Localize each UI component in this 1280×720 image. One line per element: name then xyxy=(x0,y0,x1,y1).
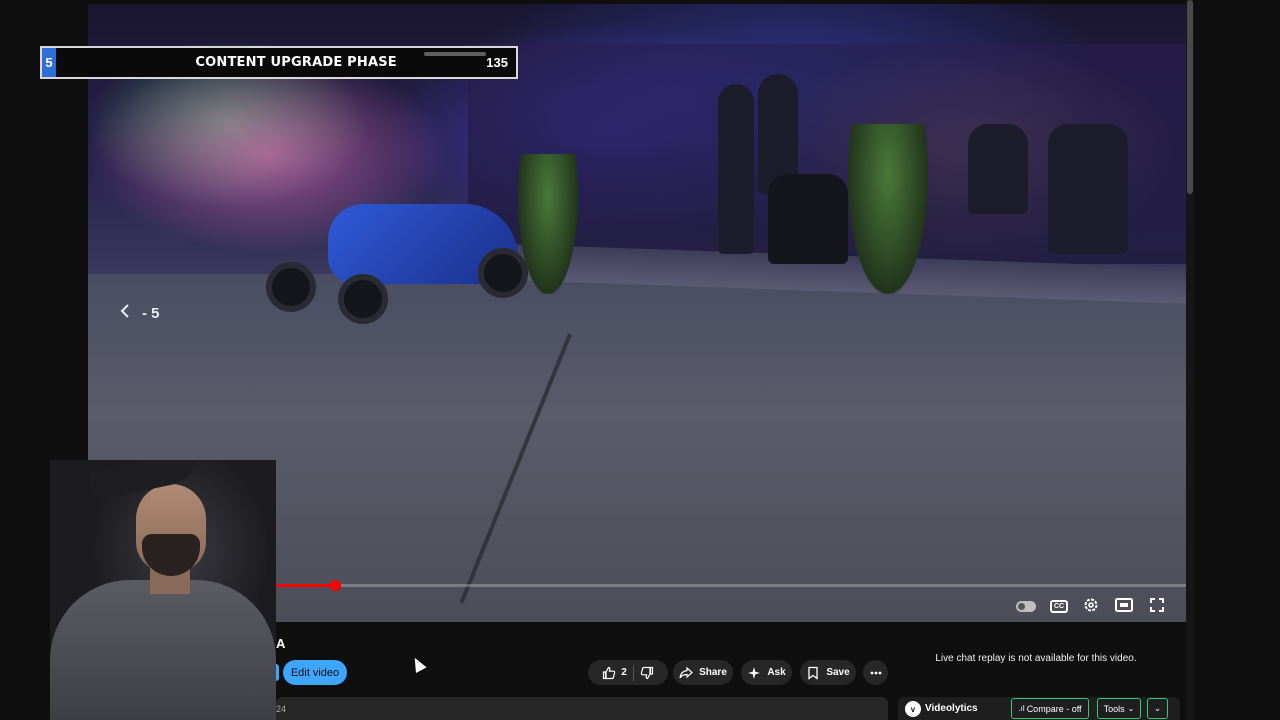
fullscreen-button[interactable] xyxy=(1146,596,1168,616)
like-button[interactable]: 2 xyxy=(602,666,627,680)
webcam-person-body xyxy=(50,580,276,720)
chevron-down-icon: ⌄ xyxy=(1127,704,1135,713)
captions-button[interactable]: CC xyxy=(1048,596,1070,616)
video-scene-plant xyxy=(518,154,578,294)
progress-bar[interactable] xyxy=(276,584,1186,587)
video-scene-plant xyxy=(848,124,928,294)
webcam-overlay xyxy=(50,460,276,720)
seek-label: - 5 xyxy=(142,304,160,322)
tools-label: Tools xyxy=(1103,703,1125,714)
banner-title: CONTENT UPGRADE PHASE xyxy=(195,55,397,70)
like-dislike-group: 2 xyxy=(588,660,668,685)
screen: - 5 CC 5 CONTENT UPGRADE PHASE 135 A Edi xyxy=(0,0,1280,720)
progress-scrubber[interactable] xyxy=(330,580,341,591)
dislike-button[interactable] xyxy=(640,666,654,680)
compare-label: Compare - off xyxy=(1026,703,1082,714)
compare-toggle-button[interactable]: .ıl Compare - off xyxy=(1011,698,1089,719)
more-horizontal-icon xyxy=(870,671,881,674)
edit-video-button[interactable]: Edit video xyxy=(283,660,347,685)
thumbs-down-icon xyxy=(640,666,653,679)
bookmark-icon xyxy=(808,666,818,680)
video-scene-armchair xyxy=(768,174,848,264)
page-scrollbar-thumb[interactable] xyxy=(1187,0,1193,194)
description-box[interactable] xyxy=(276,697,888,720)
ask-button[interactable]: Ask xyxy=(741,660,792,685)
ask-label: Ask xyxy=(767,667,786,678)
content-phase-banner: 5 CONTENT UPGRADE PHASE 135 xyxy=(40,46,518,79)
gear-icon xyxy=(1083,597,1099,616)
video-scene-person xyxy=(718,84,754,254)
bar-chart-icon: .ıl xyxy=(1018,704,1025,713)
theater-mode-icon xyxy=(1115,597,1133,615)
channel-button-edge[interactable] xyxy=(276,664,279,681)
mouse-cursor xyxy=(409,655,427,673)
banner-progress-bar xyxy=(424,52,486,56)
like-count: 2 xyxy=(621,667,627,678)
share-label: Share xyxy=(699,667,727,678)
rewind-icon xyxy=(120,304,130,322)
banner-score: 135 xyxy=(486,55,508,70)
video-scene-wheel xyxy=(338,274,388,324)
video-title: A xyxy=(276,636,286,651)
share-icon xyxy=(679,666,693,678)
live-chat-notice: Live chat replay is not available for th… xyxy=(935,653,1137,664)
autoplay-toggle[interactable] xyxy=(1016,601,1036,612)
expand-button[interactable]: ⌄ xyxy=(1147,698,1168,719)
banner-step-number: 5 xyxy=(42,48,56,77)
video-scene-wheel xyxy=(266,262,316,312)
share-button[interactable]: Share xyxy=(673,660,733,685)
like-divider xyxy=(632,664,634,681)
videolytics-logo-icon: v xyxy=(905,701,921,717)
seek-indicator: - 5 xyxy=(120,304,160,322)
chevron-down-icon: ⌄ xyxy=(1153,703,1162,713)
save-label: Save xyxy=(826,667,850,678)
video-scene-person xyxy=(1048,124,1128,254)
videolytics-name: Videolytics xyxy=(925,703,978,714)
fullscreen-icon xyxy=(1150,597,1164,615)
description-date-fragment: 24 xyxy=(276,704,287,714)
video-scene-person xyxy=(968,124,1028,214)
progress-bar-played xyxy=(276,584,335,587)
thumbs-up-icon xyxy=(603,666,616,679)
more-actions-button[interactable] xyxy=(863,660,888,685)
theater-mode-button[interactable] xyxy=(1113,596,1135,616)
sparkle-icon xyxy=(748,666,761,679)
settings-button[interactable] xyxy=(1080,596,1102,616)
captions-icon: CC xyxy=(1050,599,1068,613)
save-button[interactable]: Save xyxy=(800,660,856,685)
tools-dropdown-button[interactable]: Tools ⌄ xyxy=(1097,698,1141,719)
